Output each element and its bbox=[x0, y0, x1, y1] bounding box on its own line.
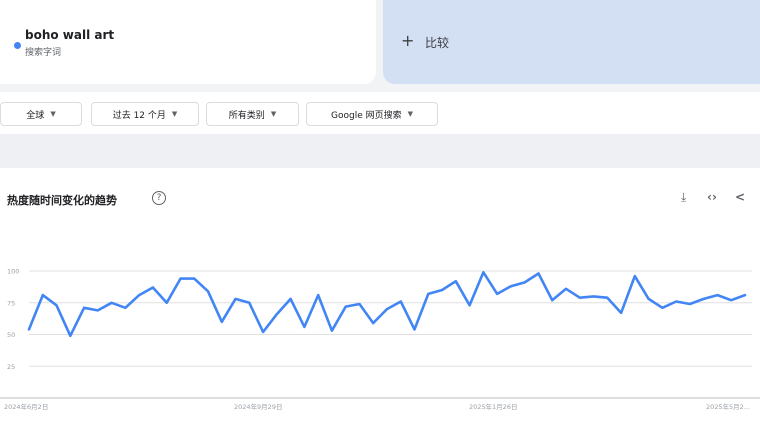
x-tick-label: 2024年9月29日 bbox=[234, 402, 282, 411]
search-source-filter-label: Google 网页搜索 bbox=[331, 110, 402, 121]
search-term-name[interactable]: boho wall art bbox=[25, 28, 114, 42]
search-term-card[interactable]: boho wall art 搜索字词 bbox=[0, 0, 376, 84]
category-filter[interactable]: 所有类别 ▼ bbox=[206, 102, 299, 126]
x-tick-label: 2024年6月2日 bbox=[4, 402, 48, 411]
compare-label: 比较 bbox=[425, 36, 450, 50]
region-filter-label: 全球 bbox=[26, 110, 45, 121]
y-tick-label: 100 bbox=[7, 268, 19, 276]
category-filter-label: 所有类别 bbox=[228, 110, 265, 121]
y-tick-label: 25 bbox=[7, 363, 15, 371]
compare-button[interactable]: + 比较 bbox=[383, 0, 760, 84]
download-icon[interactable]: ⤓ bbox=[681, 190, 686, 205]
trend-chart[interactable]: 100 75 50 25 2024年6月2日 2024年9月29日 2025年1月26日 2… bbox=[0, 252, 760, 412]
chart-title: 热度随时间变化的趋势 bbox=[7, 194, 117, 207]
share-icon[interactable]: < bbox=[735, 190, 745, 204]
region-filter[interactable]: 全球 ▼ bbox=[0, 102, 82, 126]
divider-band bbox=[0, 134, 760, 168]
y-tick-label: 75 bbox=[7, 299, 15, 307]
interest-over-time-card: 热度随时间变化的趋势 ? ⤓ ‹› < 100 75 50 25 2024年6月2日 2… bbox=[0, 168, 760, 440]
embed-icon[interactable]: ‹› bbox=[707, 190, 717, 204]
x-tick-label: 2025年5月2... bbox=[706, 402, 750, 411]
series-line-boho-wall-art bbox=[27, 271, 747, 338]
caret-down-icon: ▼ bbox=[407, 110, 413, 118]
caret-down-icon: ▼ bbox=[171, 110, 178, 118]
time-filter[interactable]: 过去 12 个月 ▼ bbox=[91, 102, 199, 126]
time-filter-label: 过去 12 个月 bbox=[112, 110, 166, 121]
search-source-filter[interactable]: Google 网页搜索 ▼ bbox=[306, 102, 438, 126]
series-color-dot bbox=[14, 42, 21, 49]
caret-down-icon: ▼ bbox=[50, 110, 56, 118]
search-term-type: 搜索字词 bbox=[25, 48, 62, 58]
y-tick-label: 50 bbox=[7, 331, 15, 339]
plus-icon: + bbox=[401, 31, 415, 50]
help-icon[interactable]: ? bbox=[152, 191, 166, 205]
x-tick-label: 2025年1月26日 bbox=[469, 402, 517, 411]
caret-down-icon: ▼ bbox=[270, 110, 277, 118]
filter-bar: 全球 ▼ 过去 12 个月 ▼ 所有类别 ▼ Google 网页搜索 ▼ bbox=[0, 92, 760, 134]
